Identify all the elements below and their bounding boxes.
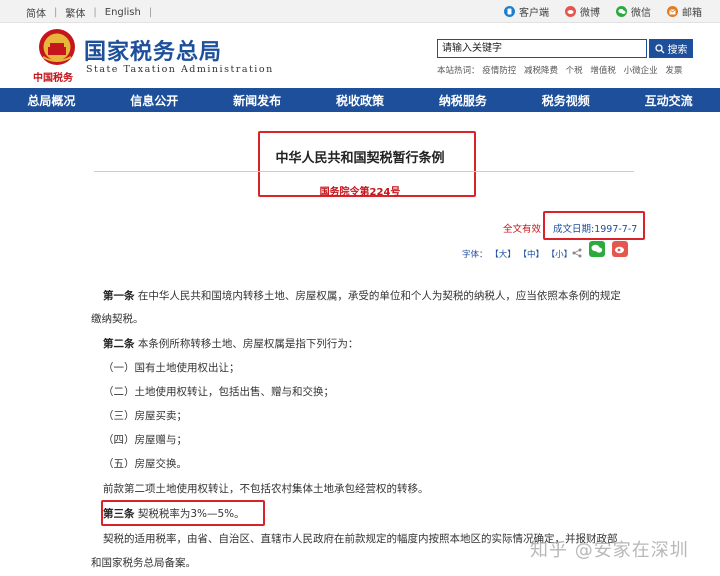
hot-word-link[interactable]: 个税 bbox=[566, 66, 583, 76]
wechat-icon bbox=[616, 6, 627, 17]
search-button[interactable]: 搜索 bbox=[649, 39, 693, 58]
lang-english-link[interactable]: English bbox=[105, 7, 141, 18]
article-1: 第一条 在中华人民共和国境内转移土地、房屋权属，承受的单位和个人为契税的纳税人，… bbox=[103, 288, 621, 303]
article-label: 第二条 bbox=[103, 338, 135, 350]
emblem-caption: 中国税务 bbox=[33, 73, 73, 84]
mail-icon bbox=[667, 6, 678, 17]
article-2-note: 前款第二项土地使用权转让，不包括农村集体土地承包经营权的转移。 bbox=[103, 483, 429, 495]
hot-word-link[interactable]: 减税降费 bbox=[524, 66, 558, 76]
article-label: 第一条 bbox=[103, 290, 135, 302]
nav-item-overview[interactable]: 总局概况 bbox=[0, 88, 103, 112]
lang-traditional-link[interactable]: 繁体 bbox=[65, 5, 85, 20]
document-subtitle: 国务院令第224号 bbox=[319, 187, 401, 198]
lang-simplified-link[interactable]: 简体 bbox=[26, 5, 46, 20]
search-input[interactable] bbox=[437, 39, 647, 58]
date-label: 成文日期: bbox=[553, 224, 595, 235]
national-emblem-icon[interactable] bbox=[37, 27, 77, 67]
top-right-links: 客户端 微博 微信 邮箱 bbox=[488, 4, 702, 19]
mobile-client-link[interactable]: 客户端 bbox=[504, 4, 549, 19]
list-item: （五）房屋交换。 bbox=[103, 458, 187, 470]
divider: | bbox=[93, 7, 97, 18]
hot-words-label: 本站热词： bbox=[437, 66, 480, 76]
search-icon bbox=[654, 43, 664, 53]
font-size-controls: 字体： 【大】 【中】 【小】 bbox=[462, 248, 572, 260]
nav-item-tax-service[interactable]: 纳税服务 bbox=[411, 88, 514, 112]
list-item: （二）土地使用权转让，包括出售、赠与和交换； bbox=[103, 386, 334, 398]
nav-item-information[interactable]: 信息公开 bbox=[103, 88, 206, 112]
validity-status: 全文有效 bbox=[503, 224, 542, 235]
list-item: （四）房屋赠与； bbox=[103, 434, 187, 446]
article-1-cont: 缴纳契税。 bbox=[91, 313, 144, 325]
nav-item-tax-policy[interactable]: 税收政策 bbox=[309, 88, 412, 112]
weibo-icon bbox=[565, 6, 576, 17]
site-name-en: State Taxation Administration bbox=[86, 64, 274, 75]
mobile-client-icon bbox=[504, 6, 515, 17]
weibo-link[interactable]: 微博 bbox=[565, 4, 600, 19]
site-header: 中国税务 国家税务总局 State Taxation Administratio… bbox=[0, 23, 720, 88]
weibo-share-icon[interactable] bbox=[612, 241, 628, 257]
font-medium-button[interactable]: 【中】 bbox=[518, 250, 544, 260]
mobile-client-label: 客户端 bbox=[519, 8, 549, 19]
title-divider bbox=[94, 171, 634, 172]
mail-label: 邮箱 bbox=[682, 8, 702, 19]
main-nav: 总局概况 信息公开 新闻发布 税收政策 纳税服务 税务视频 互动交流 bbox=[0, 88, 720, 112]
site-name-cn[interactable]: 国家税务总局 bbox=[84, 34, 222, 66]
date-value: 1997-7-7 bbox=[594, 224, 638, 235]
hot-word-link[interactable]: 小微企业 bbox=[624, 66, 658, 76]
article-text: 本条例所称转移土地、房屋权属是指下列行为： bbox=[137, 338, 359, 350]
list-item: （一）国有土地使用权出让； bbox=[103, 362, 240, 374]
nav-item-news[interactable]: 新闻发布 bbox=[206, 88, 309, 112]
article-text: 在中华人民共和国境内转移土地、房屋权属，承受的单位和个人为契税的纳税人，应当依照… bbox=[137, 290, 621, 302]
document-date: 成文日期:1997-7-7 bbox=[553, 221, 637, 235]
wechat-share-icon[interactable] bbox=[589, 241, 605, 257]
hot-word-link[interactable]: 增值税 bbox=[590, 66, 616, 76]
article-3-detail-cont: 和国家税务总局备案。 bbox=[91, 557, 196, 569]
hot-words: 本站热词： 疫情防控 减税降费 个税 增值税 小微企业 发票 bbox=[437, 64, 687, 76]
article-2: 第二条 本条例所称转移土地、房屋权属是指下列行为： bbox=[103, 336, 358, 351]
font-large-button[interactable]: 【大】 bbox=[490, 250, 516, 260]
language-switcher: 简体 | 繁体 | English | bbox=[26, 5, 160, 20]
divider: | bbox=[54, 7, 58, 18]
divider: | bbox=[148, 7, 153, 18]
list-item: （三）房屋买卖； bbox=[103, 410, 187, 422]
document-title: 中华人民共和国契税暂行条例 bbox=[275, 151, 445, 166]
watermark: 知乎 @安家在深圳 bbox=[530, 540, 689, 561]
font-size-label: 字体： bbox=[462, 250, 488, 260]
mail-link[interactable]: 邮箱 bbox=[667, 4, 702, 19]
search-button-label: 搜索 bbox=[667, 45, 688, 56]
top-utility-bar: 简体 | 繁体 | English | 客户端 微博 微信 邮箱 bbox=[0, 0, 720, 23]
wechat-link[interactable]: 微信 bbox=[616, 4, 651, 19]
hot-word-link[interactable]: 疫情防控 bbox=[482, 66, 516, 76]
nav-item-video[interactable]: 税务视频 bbox=[514, 88, 617, 112]
hot-word-link[interactable]: 发票 bbox=[665, 66, 682, 76]
font-small-button[interactable]: 【小】 bbox=[547, 250, 573, 260]
article-3-highlight-box bbox=[101, 500, 265, 526]
weibo-label: 微博 bbox=[580, 8, 600, 19]
share-icon[interactable] bbox=[572, 248, 582, 258]
wechat-label: 微信 bbox=[631, 8, 651, 19]
nav-item-interaction[interactable]: 互动交流 bbox=[617, 88, 720, 112]
